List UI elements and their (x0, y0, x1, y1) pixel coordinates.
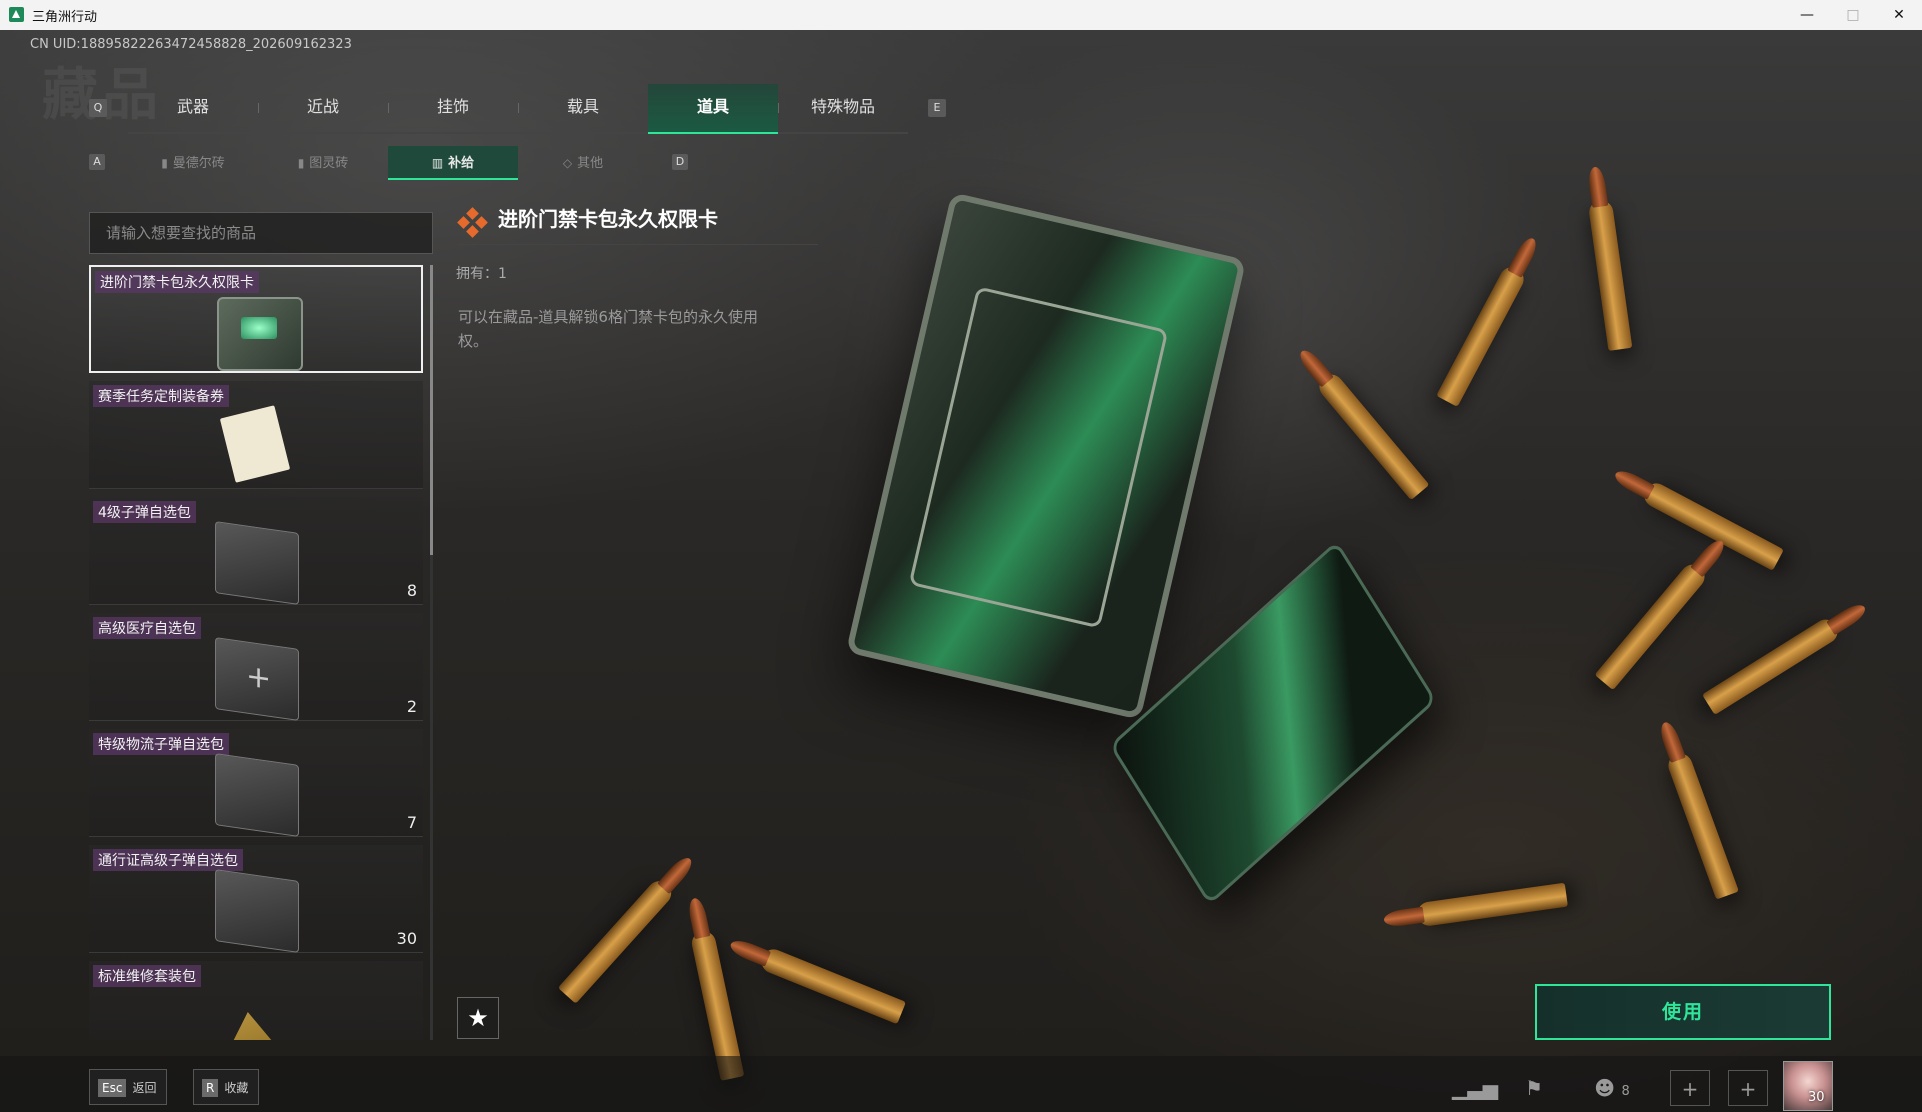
ammo-box-thumbnail (215, 521, 299, 605)
tab-vehicles[interactable]: 载具 (518, 84, 648, 132)
item-name: 标准维修套装包 (93, 965, 201, 987)
repair-kit-thumbnail (223, 1012, 289, 1040)
stats-icon[interactable]: ▁▃▅ (1452, 1070, 1498, 1106)
item-name: 赛季任务定制装备券 (93, 385, 229, 407)
subtab-next-key[interactable]: D (672, 154, 688, 170)
tab-weapons[interactable]: 武器 (128, 84, 258, 132)
tab-prev-key[interactable]: Q (89, 99, 107, 117)
list-item[interactable]: 通行证高级子弹自选包 30 (89, 845, 423, 953)
use-button[interactable]: 使用 (1535, 984, 1831, 1040)
collect-label: 收藏 (224, 1081, 249, 1095)
app-logo-icon (9, 7, 24, 22)
item-list: 进阶门禁卡包永久权限卡 赛季任务定制装备券 4级子弹自选包 8 高级医疗自选包 … (89, 265, 423, 1040)
access-card-thumbnail (217, 297, 303, 371)
add-slot-button[interactable]: + (1728, 1070, 1768, 1106)
voucher-thumbnail (219, 405, 291, 483)
medical-box-thumbnail (215, 637, 299, 721)
tab-melee[interactable]: 近战 (258, 84, 388, 132)
add-slot-button[interactable]: + (1670, 1070, 1710, 1106)
owned-count: 拥有：1 (456, 266, 507, 282)
back-button[interactable]: Esc 返回 (89, 1069, 168, 1105)
list-item[interactable]: 特级物流子弹自选包 7 (89, 729, 423, 837)
minimize-button[interactable]: — (1784, 0, 1830, 30)
bottom-bar: Esc 返回 R 收藏 ▁▃▅ ⚑ ☻ 8 + + (0, 1056, 1922, 1112)
item-count: 8 (406, 581, 417, 600)
friends-button[interactable]: ☻ 8 (1590, 1070, 1634, 1106)
tab-next-key[interactable]: E (928, 99, 946, 117)
bullet-prop (557, 876, 677, 1004)
brick-icon: ▮ (161, 156, 168, 170)
subtab-mandel-brick[interactable]: ▮ 曼德尔砖 (128, 146, 258, 180)
item-name: 进阶门禁卡包永久权限卡 (95, 271, 259, 293)
list-item[interactable]: 赛季任务定制装备券 (89, 381, 423, 489)
list-scrollbar-thumb[interactable] (430, 265, 433, 555)
game-viewport: 藏品 CN UID:18895822263472458828_202609162… (0, 30, 1922, 1112)
subtab-label: 其他 (577, 156, 604, 171)
item-count: 30 (396, 929, 417, 948)
subtab-prev-key[interactable]: A (89, 154, 105, 170)
collect-button[interactable]: R 收藏 (193, 1069, 260, 1105)
subtab-label: 图灵砖 (309, 156, 349, 171)
favorite-button[interactable]: ★ (457, 997, 499, 1039)
diamond-icon: ◇ (562, 156, 573, 170)
window-title: 三角洲行动 (32, 10, 98, 25)
star-icon: ★ (467, 1004, 489, 1032)
subtab-turing-brick[interactable]: ▮ 图灵砖 (258, 146, 388, 180)
list-item[interactable]: 进阶门禁卡包永久权限卡 (89, 265, 423, 373)
list-item[interactable]: 标准维修套装包 (89, 961, 423, 1040)
brick-icon: ▮ (297, 156, 305, 170)
friends-icon: ☻ (1594, 1076, 1616, 1100)
player-uid: CN UID:18895822263472458828_202609162323 (30, 37, 352, 52)
back-label: 返回 (132, 1081, 157, 1095)
supply-icon: ▥ (431, 156, 444, 170)
item-name: 高级医疗自选包 (93, 617, 201, 639)
flag-icon[interactable]: ⚑ (1514, 1070, 1554, 1106)
item-description: 可以在藏品-道具解锁6格门禁卡包的永久使用权。 (458, 308, 758, 350)
friends-count: 8 (1621, 1084, 1630, 1099)
r-key: R (202, 1079, 219, 1097)
subtab-label: 补给 (448, 156, 475, 171)
main-tabs: 武器 近战 挂饰 载具 道具 特殊物品 (128, 84, 908, 134)
item-name: 通行证高级子弹自选包 (93, 849, 243, 871)
detail-title: 进阶门禁卡包永久权限卡 (458, 202, 818, 245)
ammo-box-thumbnail (215, 753, 299, 837)
item-name: 特级物流子弹自选包 (93, 733, 229, 755)
item-count: 7 (406, 813, 417, 832)
ammo-box-thumbnail (215, 869, 299, 953)
tab-items[interactable]: 道具 (648, 84, 778, 134)
avatar-level: 30 (1808, 1090, 1825, 1105)
window-titlebar: 三角洲行动 — □ ✕ (0, 0, 1922, 30)
subtab-supply[interactable]: ▥ 补给 (388, 146, 518, 180)
list-item[interactable]: 高级医疗自选包 2 (89, 613, 423, 721)
list-item[interactable]: 4级子弹自选包 8 (89, 497, 423, 605)
item-name: 4级子弹自选包 (93, 501, 196, 523)
tab-charms[interactable]: 挂饰 (388, 84, 518, 132)
close-button[interactable]: ✕ (1876, 0, 1922, 30)
subtab-other[interactable]: ◇ 其他 (518, 146, 648, 180)
maximize-button[interactable]: □ (1830, 0, 1876, 30)
search-input[interactable]: 请输入想要查找的商品 (89, 212, 433, 254)
item-count: 2 (406, 697, 417, 716)
esc-key: Esc (98, 1079, 127, 1097)
sub-tabs: ▮ 曼德尔砖 ▮ 图灵砖 ▥ 补给 ◇ 其他 (128, 146, 648, 180)
subtab-label: 曼德尔砖 (172, 156, 225, 171)
tab-special-items[interactable]: 特殊物品 (778, 84, 908, 132)
